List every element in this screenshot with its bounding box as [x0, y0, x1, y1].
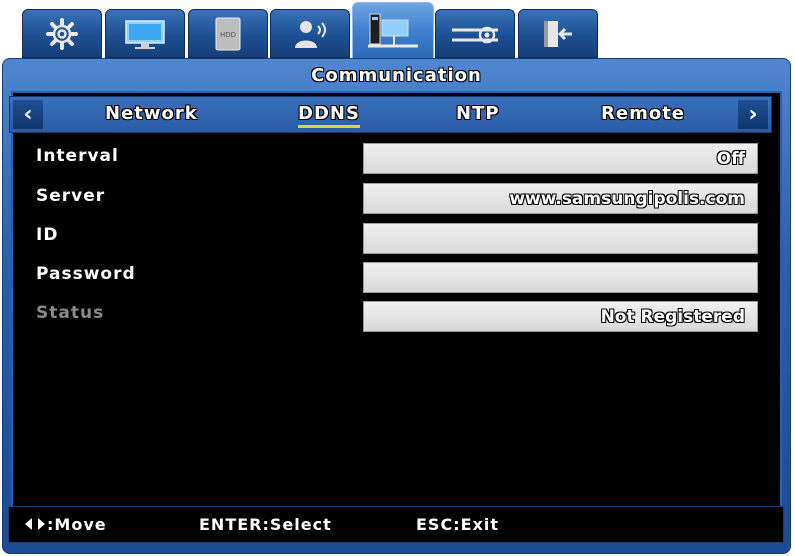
- exit-hint: ESC:Exit: [416, 515, 499, 534]
- password-label: Password: [36, 264, 136, 284]
- id-label: ID: [36, 225, 59, 245]
- subtab-remote[interactable]: Remote: [601, 103, 685, 124]
- prev-tab-button[interactable]: ‹: [13, 100, 43, 129]
- page-title: Communication: [311, 64, 482, 86]
- next-tab-button[interactable]: ›: [738, 100, 768, 129]
- subtab-network[interactable]: Network: [105, 103, 198, 124]
- slider-settings-icon: [449, 17, 501, 51]
- tab-exit[interactable]: [518, 9, 598, 58]
- gear-icon: [45, 17, 79, 51]
- title-bar: Communication: [3, 59, 790, 91]
- exit-door-icon: [541, 17, 575, 51]
- status-label: Status: [36, 303, 105, 323]
- svg-text:HDD: HDD: [220, 31, 236, 39]
- interval-select[interactable]: Off: [363, 143, 758, 174]
- subtab-ddns[interactable]: DDNS: [298, 103, 360, 128]
- user-icon: [291, 16, 329, 52]
- tab-display[interactable]: [105, 9, 185, 58]
- interval-label: Interval: [36, 146, 119, 166]
- subtab-bar: ‹ Network DDNS NTP Remote ›: [9, 96, 772, 133]
- monitor-icon: [123, 17, 167, 51]
- hdd-icon: HDD: [210, 16, 246, 52]
- help-bar: :Move ENTER:Select ESC:Exit: [8, 506, 784, 543]
- tab-system-setup[interactable]: [22, 9, 102, 58]
- subtab-ntp[interactable]: NTP: [456, 103, 500, 124]
- network-icon: [364, 8, 422, 54]
- id-field[interactable]: [363, 223, 758, 254]
- move-hint: :Move: [47, 515, 107, 534]
- server-label: Server: [36, 186, 106, 206]
- chevron-right-icon: ›: [748, 101, 758, 127]
- status-field: Not Registered: [363, 301, 758, 332]
- password-field[interactable]: [363, 262, 758, 293]
- tab-user[interactable]: [270, 9, 350, 58]
- tab-event-settings[interactable]: [435, 9, 515, 58]
- tab-hdd[interactable]: HDD: [188, 9, 268, 58]
- left-right-arrows-icon: [23, 516, 47, 536]
- chevron-left-icon: ‹: [23, 101, 33, 127]
- tab-network[interactable]: [352, 2, 434, 60]
- select-hint: ENTER:Select: [199, 515, 332, 534]
- server-field[interactable]: www.samsungipolis.com: [363, 183, 758, 214]
